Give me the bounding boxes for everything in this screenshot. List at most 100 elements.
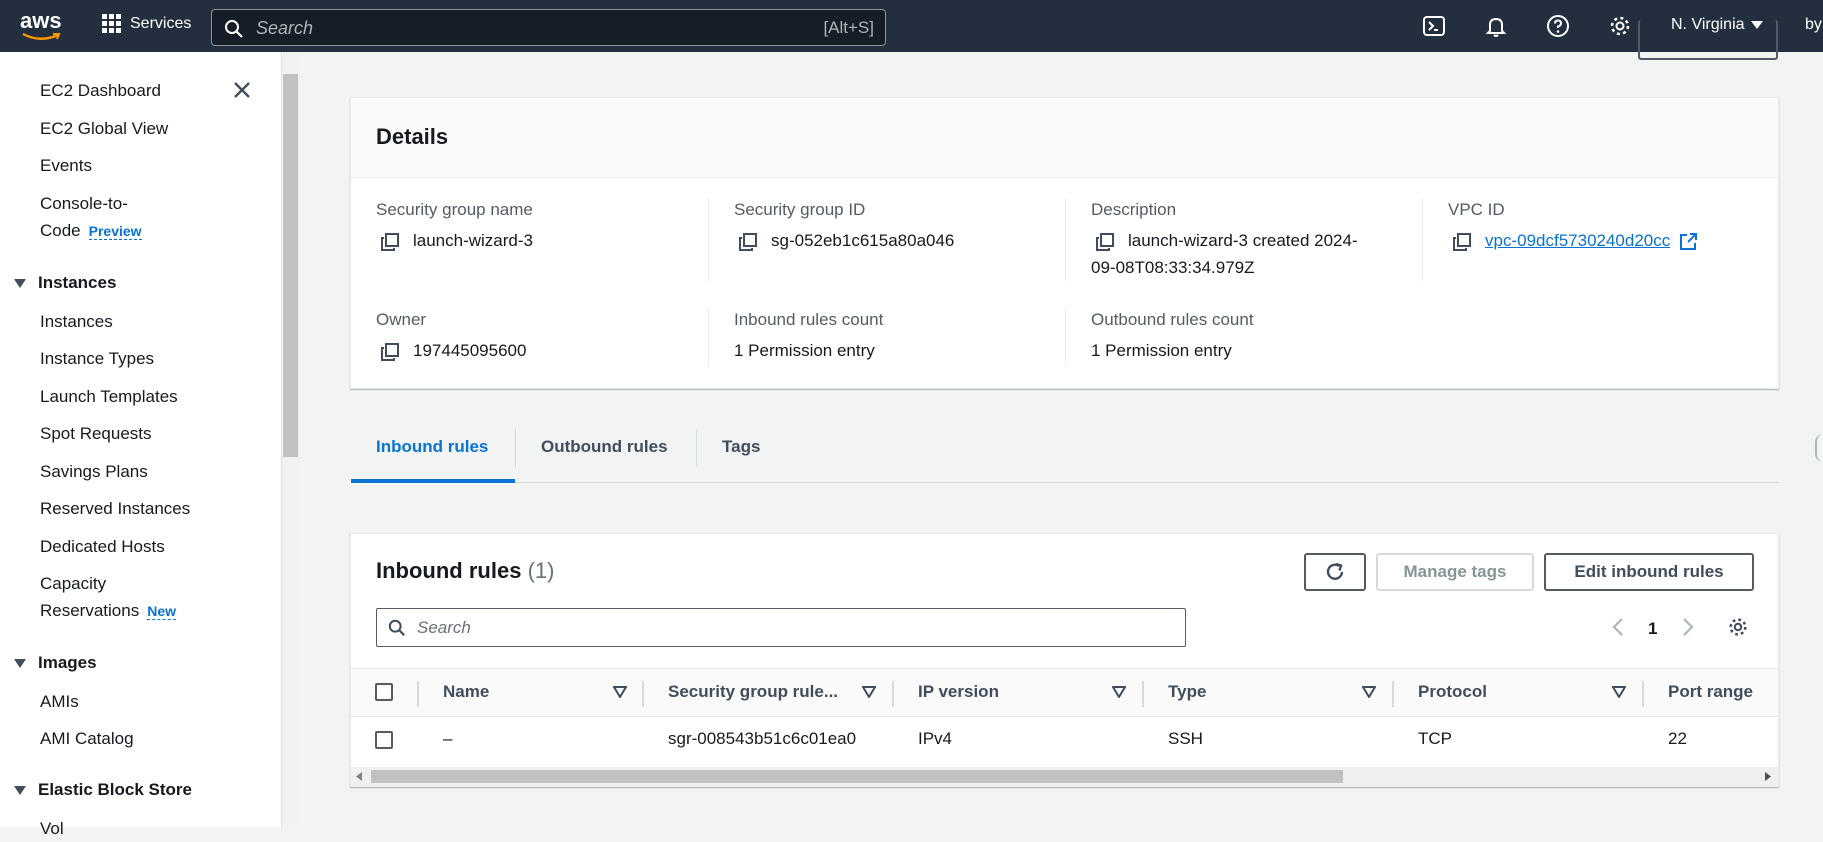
sidebar-section-elastic-block-store[interactable]: Elastic Block Store [14,780,192,800]
sidebar-navigation: EC2 Dashboard EC2 Global View Events Con… [0,52,281,838]
manage-tags-button[interactable]: Manage tags [1376,553,1534,591]
help-icon[interactable] [1546,14,1570,38]
sidebar-item-savings-plans[interactable]: Savings Plans [40,458,148,485]
edit-inbound-rules-button[interactable]: Edit inbound rules [1544,553,1754,591]
sidebar-item-instances[interactable]: Instances [40,308,113,335]
column-header-ip-version[interactable]: IP version [918,682,999,702]
table-horizontal-scrollbar[interactable] [351,767,1778,786]
sidebar-item-spot-requests[interactable]: Spot Requests [40,420,152,447]
actions-button-fragment[interactable] [1638,20,1778,60]
inbound-rules-title-text: Inbound rules [376,558,522,583]
notifications-bell-icon[interactable] [1484,14,1508,38]
column-divider [417,681,419,707]
sidebar-item-label: Code [40,221,81,240]
column-header-name[interactable]: Name [443,682,489,702]
column-header-type[interactable]: Type [1168,682,1206,702]
column-divider[interactable] [1142,681,1144,707]
table-header: Name Security group rule... IP version T… [351,668,1778,717]
details-panel: Details Security group name launch-wizar… [350,97,1779,389]
sg-name-label: Security group name [376,200,533,219]
settings-gear-icon[interactable] [1608,14,1632,38]
sort-icon[interactable] [613,686,627,698]
sort-icon[interactable] [862,686,876,698]
side-panel-toggle[interactable] [1815,434,1823,462]
inbound-rules-count: (1) [527,558,555,583]
sort-icon[interactable] [1112,686,1126,698]
sidebar-section-label: Instances [38,273,117,292]
column-header-port-range[interactable]: Port range [1668,682,1753,702]
tab-divider [515,429,516,467]
aws-logo[interactable]: aws [20,10,64,42]
sidebar-item-amis[interactable]: AMIs [40,688,79,715]
copy-icon[interactable] [1453,232,1471,251]
sidebar-item-label: Capacity [40,574,107,593]
sidebar-item-capacity-reservations[interactable]: Capacity Reservations New [40,570,177,625]
preview-badge: Preview [88,223,142,240]
new-badge: New [147,603,177,620]
sg-id-text: sg-052eb1c615a80a046 [771,231,955,250]
external-link-icon[interactable] [1679,232,1697,251]
sidebar-item-reserved-instances[interactable]: Reserved Instances [40,495,190,522]
sidebar-item-dedicated-hosts[interactable]: Dedicated Hosts [40,533,165,560]
cell-rule-id: sgr-008543b51c6c01ea0 [668,729,857,748]
row-checkbox[interactable] [375,731,393,749]
inbound-rules-panel: Inbound rules (1) Manage tags Edit inbou… [350,533,1779,787]
page-number[interactable]: 1 [1648,619,1657,639]
aws-logo-text: aws [20,8,62,33]
sidebar-item-ec2-dashboard[interactable]: EC2 Dashboard [40,77,161,104]
vpc-id-label: VPC ID [1448,200,1505,219]
tab-outbound-rules[interactable]: Outbound rules [541,437,668,457]
column-divider[interactable] [642,681,644,707]
global-search-input[interactable]: Search [Alt+S] [211,9,886,46]
column-divider[interactable] [1392,681,1394,707]
sidebar-section-instances[interactable]: Instances [14,273,116,293]
sg-id-value: sg-052eb1c615a80a046 [739,227,954,254]
owner-label: Owner [376,310,427,329]
description-value: launch-wizard-3 created 2024- 09-08T08:3… [1091,227,1401,281]
vpc-id-link[interactable]: vpc-09dcf5730240d20cc [1485,231,1670,250]
sidebar-item-volumes[interactable]: Vol [40,815,64,842]
tab-inbound-rules[interactable]: Inbound rules [376,437,488,457]
details-title: Details [376,124,449,149]
table-settings-gear-icon[interactable] [1727,616,1749,638]
chevron-right-icon[interactable] [1682,617,1694,637]
sidebar-scrollbar-thumb[interactable] [283,74,298,457]
column-divider[interactable] [1642,681,1644,707]
cell-ip-version: IPv4 [918,729,953,748]
sidebar-item-ec2-global-view[interactable]: EC2 Global View [40,115,168,142]
sidebar-section-images[interactable]: Images [14,653,97,673]
sort-icon[interactable] [1612,686,1626,698]
copy-icon[interactable] [1096,232,1114,251]
column-header-protocol[interactable]: Protocol [1418,682,1487,702]
search-shortcut: [Alt+S] [823,18,874,37]
rules-search-input[interactable]: Search [376,608,1186,647]
services-menu-button[interactable]: Services [102,14,191,33]
sidebar-item-instance-types[interactable]: Instance Types [40,345,154,372]
sg-name-value: launch-wizard-3 [381,227,533,254]
sort-icon[interactable] [1362,686,1376,698]
sidebar-item-label: Console-to- [40,194,128,213]
scroll-right-arrow-icon[interactable] [1765,772,1771,781]
cloudshell-icon[interactable] [1422,14,1446,38]
sidebar-item-launch-templates[interactable]: Launch Templates [40,383,178,410]
copy-icon[interactable] [381,232,399,251]
select-all-checkbox[interactable] [375,683,393,701]
column-divider[interactable] [892,681,894,707]
sidebar-item-events[interactable]: Events [40,152,92,179]
caret-down-icon [14,658,26,668]
copy-icon[interactable] [739,232,757,251]
column-header-rule-id[interactable]: Security group rule... [668,682,838,702]
chevron-left-icon[interactable] [1612,617,1624,637]
sidebar-item-ami-catalog[interactable]: AMI Catalog [40,725,134,752]
tab-tags[interactable]: Tags [722,437,760,457]
sidebar-section-label: Images [38,653,97,672]
close-icon[interactable] [232,80,252,100]
search-placeholder: Search [256,18,314,38]
scroll-left-arrow-icon[interactable] [356,772,362,781]
scrollbar-thumb[interactable] [371,770,1343,783]
copy-icon[interactable] [381,342,399,361]
refresh-button[interactable] [1304,553,1366,591]
sidebar-item-console-to-code[interactable]: Console-to- Code Preview [40,190,142,245]
account-menu[interactable]: by [1805,16,1822,34]
caret-down-icon [14,278,26,288]
